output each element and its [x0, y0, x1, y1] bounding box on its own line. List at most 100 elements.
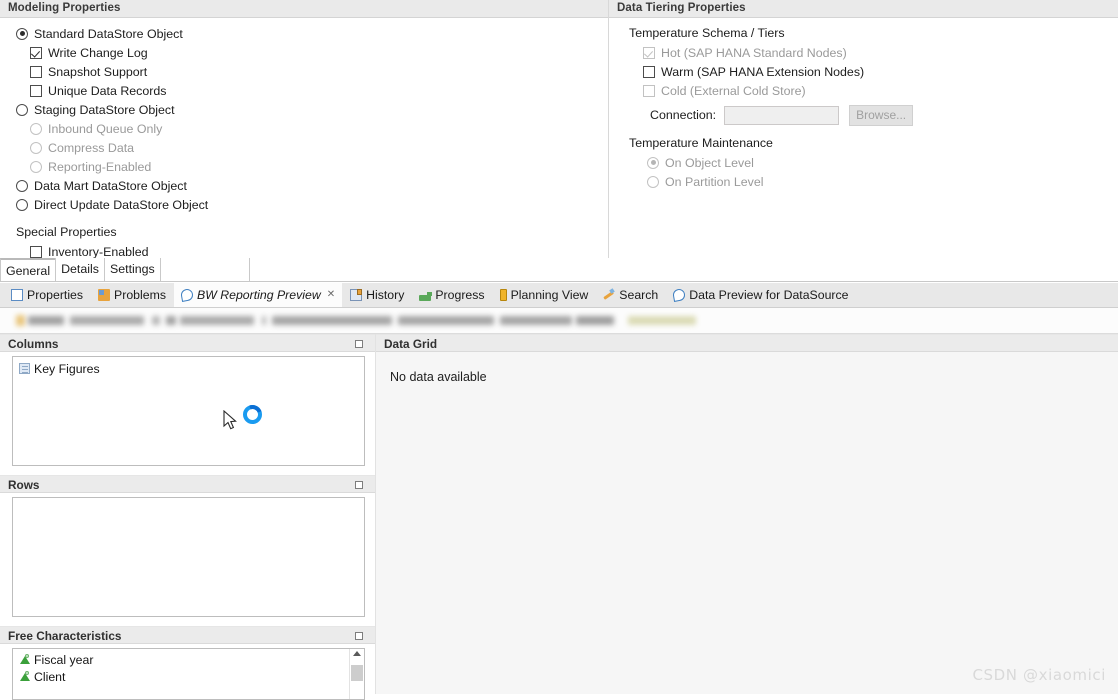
view-tab-properties[interactable]: Properties [4, 283, 90, 307]
loading-spinner [243, 405, 262, 424]
view-tab-planning-view[interactable]: Planning View [493, 283, 596, 307]
radio-indicator[interactable] [16, 179, 28, 192]
breadcrumb [0, 308, 1118, 334]
temperature-schema-title: Temperature Schema / Tiers [629, 26, 785, 40]
option-label: Inbound Queue Only [48, 121, 163, 136]
browse-button[interactable]: Browse... [849, 104, 914, 126]
data-grid-header: Data Grid [376, 334, 1118, 352]
special-properties-title: Special Properties [16, 225, 117, 239]
close-icon[interactable]: ✕ [327, 283, 335, 307]
radio-option-reporting-enabled: Reporting-Enabled [0, 157, 608, 176]
view-tab-label: Progress [435, 288, 485, 302]
radio-option-on-object-level: On Object Level [609, 153, 1118, 172]
list-item-label: Client [34, 669, 66, 684]
connection-label: Connection: [650, 108, 717, 122]
list-item[interactable]: Key Figures [13, 360, 364, 377]
option-label: Staging DataStore Object [34, 102, 175, 117]
radio-option-direct-update-datastore-object[interactable]: Direct Update DataStore Object [0, 195, 608, 214]
modeling-properties-header: Modeling Properties [0, 0, 608, 18]
view-tab-bw-reporting-preview[interactable]: BW Reporting Preview ✕ [174, 283, 343, 307]
checkbox-indicator[interactable] [30, 84, 42, 97]
radio-indicator[interactable] [16, 27, 28, 40]
connection-input[interactable] [724, 105, 840, 125]
view-tab-bar: Properties Problems BW Reporting Preview ✕ H… [0, 283, 1118, 308]
radio-option-compress-data: Compress Data [0, 138, 608, 157]
radio-option-standard-datastore-object[interactable]: Standard DataStore Object [0, 24, 608, 43]
view-tab-data-preview-for-datasource[interactable]: Data Preview for DataSource [666, 283, 855, 307]
view-tab-history[interactable]: History [343, 283, 411, 307]
free-characteristics-panel-header: Free Characteristics [0, 626, 375, 644]
checkbox-indicator [643, 84, 655, 97]
bw-modeling-editor-window: Modeling Properties Standard DataStore O… [0, 0, 1118, 700]
checkbox-option-warm-sap-hana-extension-nodes[interactable]: Warm (SAP HANA Extension Nodes) [609, 62, 1118, 81]
data-grid-column: Data Grid No data available [376, 334, 1118, 694]
radio-indicator [647, 175, 659, 188]
radio-indicator [647, 156, 659, 169]
data-tiering-section: Data Tiering Properties Temperature Sche… [609, 0, 1118, 258]
radio-indicator [30, 122, 42, 135]
maximize-icon[interactable] [355, 481, 363, 489]
data-tiering-body: Temperature Schema / Tiers Hot (SAP HANA… [609, 18, 1118, 191]
radio-option-inbound-queue-only: Inbound Queue Only [0, 119, 608, 138]
scrollbar-thumb[interactable] [351, 665, 363, 681]
option-label: Warm (SAP HANA Extension Nodes) [661, 64, 865, 79]
checkbox-indicator[interactable] [643, 65, 655, 78]
preview-left-column: Columns Key Figures Rows Free Characteri… [0, 334, 375, 700]
properties-area: Modeling Properties Standard DataStore O… [0, 0, 1118, 261]
checkbox-indicator[interactable] [30, 245, 42, 258]
tab-settings[interactable]: Settings [103, 258, 161, 281]
option-label: On Object Level [665, 155, 754, 170]
view-tab-label: Problems [114, 288, 166, 302]
list-item-label: Fiscal year [34, 652, 94, 667]
list-item[interactable]: Client [13, 668, 364, 685]
rows-drop-area[interactable] [12, 497, 365, 617]
data-tiering-header: Data Tiering Properties [609, 0, 1118, 18]
history-icon [350, 289, 363, 301]
checkbox-option-unique-data-records[interactable]: Unique Data Records [0, 81, 608, 100]
option-label: Write Change Log [48, 45, 148, 60]
radio-indicator[interactable] [16, 198, 28, 211]
view-tab-progress[interactable]: Progress [412, 283, 491, 307]
characteristic-icon [19, 671, 30, 682]
option-label: Snapshot Support [48, 64, 148, 79]
view-tab-label: BW Reporting Preview [197, 288, 321, 302]
option-label: Standard DataStore Object [34, 26, 183, 41]
maximize-icon[interactable] [355, 632, 363, 640]
option-label: Direct Update DataStore Object [34, 197, 209, 212]
checkbox-option-hot-sap-hana-standard-nodes: Hot (SAP HANA Standard Nodes) [609, 43, 1118, 62]
radio-option-staging-datastore-object[interactable]: Staging DataStore Object [0, 100, 608, 119]
checkbox-indicator [643, 46, 655, 59]
view-tab-label: Properties [27, 288, 84, 302]
temperature-tiers-list: Hot (SAP HANA Standard Nodes) Warm (SAP H… [609, 43, 1118, 100]
checkbox-indicator[interactable] [30, 65, 42, 78]
temperature-maintenance-list: On Object Level On Partition Level [609, 153, 1118, 191]
option-label: Compress Data [48, 140, 135, 155]
modeling-properties-body: Standard DataStore Object Write Change Lo… [0, 18, 608, 261]
checkbox-option-snapshot-support[interactable]: Snapshot Support [0, 62, 608, 81]
radio-indicator[interactable] [16, 103, 28, 116]
checkbox-option-cold-external-cold-store: Cold (External Cold Store) [609, 81, 1118, 100]
maximize-icon[interactable] [355, 340, 363, 348]
problems-icon [98, 289, 111, 301]
tab-details[interactable]: Details [55, 258, 105, 281]
free-characteristics-list[interactable]: Fiscal year Client [12, 648, 365, 700]
search-icon [603, 289, 615, 301]
planning-icon [499, 289, 507, 301]
radio-option-data-mart-datastore-object[interactable]: Data Mart DataStore Object [0, 176, 608, 195]
mouse-cursor [223, 410, 237, 430]
option-label: On Partition Level [665, 174, 764, 189]
view-tab-problems[interactable]: Problems [91, 283, 173, 307]
columns-drop-area[interactable]: Key Figures [12, 356, 365, 466]
checkbox-indicator[interactable] [30, 46, 42, 59]
connection-row: Connection: Browse... [609, 104, 1118, 126]
list-item-label: Key Figures [34, 361, 100, 376]
free-characteristics-scrollbar[interactable] [349, 649, 364, 699]
scroll-up-icon[interactable] [353, 651, 361, 656]
rows-panel-header: Rows [0, 475, 375, 493]
data-grid-empty-message: No data available [390, 370, 487, 384]
checkbox-option-write-change-log[interactable]: Write Change Log [0, 43, 608, 62]
tab-general[interactable]: General [0, 258, 57, 281]
list-item[interactable]: Fiscal year [13, 651, 364, 668]
radio-indicator [30, 160, 42, 173]
view-tab-search[interactable]: Search [596, 283, 665, 307]
